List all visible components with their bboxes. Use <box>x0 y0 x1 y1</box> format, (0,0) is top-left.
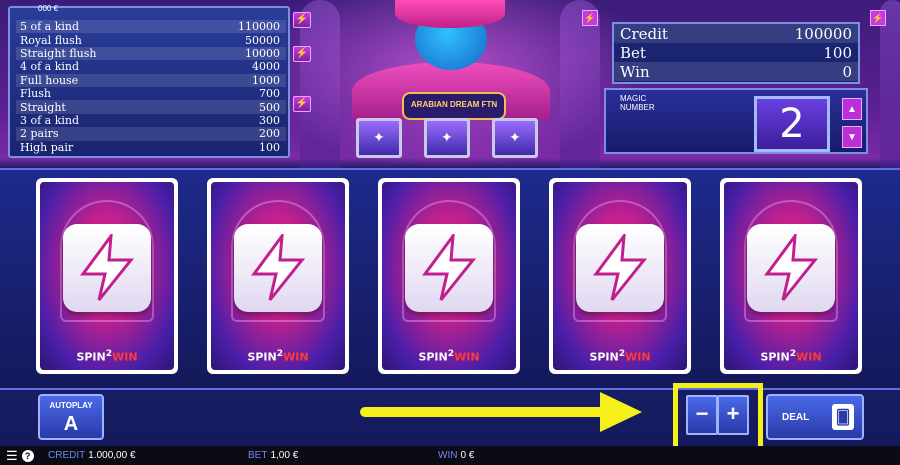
credit-label: Credit <box>620 24 668 43</box>
card-icon: 🂠 <box>832 404 854 430</box>
genie-turban <box>395 0 505 28</box>
paytable: 000 € 5 of a kind 110000 Royal flush 50000… <box>8 4 290 158</box>
mini-reel <box>356 118 402 158</box>
hand-payout: 100 <box>259 140 280 154</box>
card-back: SPIN2WIN <box>211 182 345 370</box>
magic-up-button[interactable]: ▲ <box>842 98 862 120</box>
autoplay-label: AUTOPLAY <box>49 401 93 410</box>
hand-payout: 4000 <box>252 60 280 74</box>
paytable-row: 5 of a kind 110000 <box>16 20 286 34</box>
card-back: SPIN2WIN <box>553 182 687 370</box>
hand-name: 4 of a kind <box>20 60 80 74</box>
lightning-icon <box>234 224 322 312</box>
hand-payout: 300 <box>259 113 280 127</box>
paytable-rows: 5 of a kind 110000 Royal flush 50000 Strai… <box>16 20 286 154</box>
card-4[interactable]: SPIN2WIN <box>549 178 691 374</box>
hand-payout: 700 <box>259 87 280 101</box>
paytable-row: 2 pairs 200 <box>16 127 286 141</box>
hand-name: Straight flush <box>20 46 97 60</box>
credit-value: 100000 <box>794 24 852 43</box>
status-bar: ☰ ? CREDIT 1.000,00 € BET 1,00 € WIN 0 € <box>0 446 900 465</box>
paytable-row: Straight 500 <box>16 100 286 114</box>
card-3[interactable]: SPIN2WIN <box>378 178 520 374</box>
mini-reel <box>424 118 470 158</box>
hand-payout: 10000 <box>245 46 280 60</box>
card-brand: SPIN2WIN <box>76 348 138 364</box>
card-brand: SPIN2WIN <box>247 348 309 364</box>
deal-label: DEAL <box>782 412 810 423</box>
card-back: SPIN2WIN <box>40 182 174 370</box>
status-win: WIN 0 € <box>438 450 475 461</box>
bet-label: Bet <box>620 43 646 62</box>
lightning-icon <box>747 224 835 312</box>
hand-name: High pair <box>20 140 74 154</box>
paytable-row: Flush 700 <box>16 87 286 100</box>
menu-icon[interactable]: ☰ <box>6 448 18 464</box>
paytable-row: 4 of a kind 4000 <box>16 60 286 73</box>
hand-name: 2 pairs <box>20 127 59 141</box>
card-5[interactable]: SPIN2WIN <box>720 178 862 374</box>
win-value: 0 <box>842 62 852 81</box>
hand-payout: 500 <box>259 100 280 114</box>
bet-decrease-button[interactable]: − <box>686 395 718 435</box>
bet-row: Bet 100 <box>614 43 858 62</box>
card-back: SPIN2WIN <box>382 182 516 370</box>
help-icon[interactable]: ? <box>21 449 34 462</box>
card-brand: SPIN2WIN <box>589 348 651 364</box>
paytable-row: High pair 100 <box>16 141 286 154</box>
lightning-icon <box>405 224 493 312</box>
bet-increase-button[interactable]: + <box>717 395 749 435</box>
card-board: SPIN2WIN SPIN2WIN SPIN2WIN SPIN2WIN SPIN… <box>0 168 900 390</box>
card-back: SPIN2WIN <box>724 182 858 370</box>
card-1[interactable]: SPIN2WIN <box>36 178 178 374</box>
status-bet: BET 1,00 € <box>248 450 299 461</box>
paytable-row: 3 of a kind 300 <box>16 114 286 127</box>
paytable-row: Straight flush 10000 <box>16 46 286 61</box>
win-row: Win 0 <box>614 62 858 81</box>
win-label: Win <box>620 62 650 81</box>
lightning-icon: ⚡ <box>582 10 598 26</box>
bet-value: 100 <box>823 43 852 62</box>
info-panel: Credit 100000 Bet 100 Win 0 <box>612 22 860 84</box>
paytable-row: Royal flush 50000 <box>16 33 286 47</box>
hand-name: Royal flush <box>20 33 82 47</box>
highlight-arrow-head <box>600 392 642 432</box>
hand-name: 5 of a kind <box>20 20 80 34</box>
hand-payout: 50000 <box>245 33 280 47</box>
card-brand: SPIN2WIN <box>760 348 822 364</box>
highlight-arrow-shaft <box>360 407 610 417</box>
status-credit: CREDIT 1.000,00 € <box>48 450 136 461</box>
magic-number-panel: MAGIC NUMBER 2 ▲ ▼ <box>604 88 868 154</box>
lightning-icon: ⚡ <box>293 96 311 112</box>
lightning-icon: ⚡ <box>293 12 311 28</box>
paytable-row: Full house 1000 <box>16 73 286 87</box>
lightning-icon: ⚡ <box>293 46 311 62</box>
hand-payout: 200 <box>259 127 280 141</box>
hand-name: Flush <box>20 87 51 101</box>
lightning-icon <box>576 224 664 312</box>
credit-row: Credit 100000 <box>614 24 858 43</box>
autoplay-button[interactable]: AUTOPLAY A <box>38 394 104 440</box>
magic-down-button[interactable]: ▼ <box>842 126 862 148</box>
lightning-icon: ⚡ <box>870 10 886 26</box>
hand-name: 3 of a kind <box>20 113 80 127</box>
hand-payout: 110000 <box>238 20 280 34</box>
card-brand: SPIN2WIN <box>418 348 480 364</box>
magic-number-value: 2 <box>754 96 830 152</box>
magic-number-label: MAGIC NUMBER <box>620 94 655 112</box>
game-scene: 000 € 5 of a kind 110000 Royal flush 50000… <box>0 0 900 465</box>
lightning-icon <box>63 224 151 312</box>
deal-button[interactable]: DEAL 🂠 <box>766 394 864 440</box>
autoplay-icon: A <box>63 413 79 435</box>
hand-payout: 1000 <box>252 73 280 87</box>
hand-name: Full house <box>20 73 79 87</box>
paytable-top-value: 000 € <box>38 4 59 13</box>
genie-logo: ARABIAN DREAM FTN <box>402 92 506 120</box>
card-2[interactable]: SPIN2WIN <box>207 178 349 374</box>
mini-reel <box>492 118 538 158</box>
hand-name: Straight <box>20 100 66 114</box>
